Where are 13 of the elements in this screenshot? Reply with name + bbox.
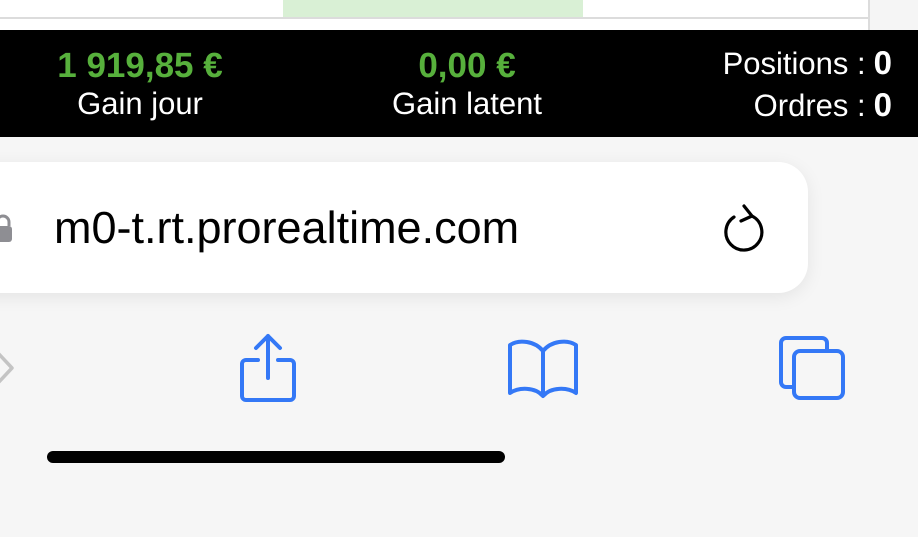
counter-label: Ordres : <box>754 86 866 124</box>
stat-label: Gain latent <box>392 86 542 122</box>
stat-value: 1 919,85 € <box>57 46 223 86</box>
share-icon[interactable] <box>238 332 298 404</box>
address-bar[interactable]: m0-t.rt.prorealtime.com <box>0 162 808 293</box>
url-text: m0-t.rt.prorealtime.com <box>54 202 520 254</box>
stat-label: Gain jour <box>77 86 203 122</box>
counter-value: 0 <box>874 84 892 124</box>
book-icon[interactable] <box>507 337 579 399</box>
stat-value: 0,00 € <box>418 46 516 86</box>
counter-label: Positions : <box>722 44 866 82</box>
counter-value: 0 <box>874 42 892 82</box>
tabs-icon[interactable] <box>778 335 846 401</box>
